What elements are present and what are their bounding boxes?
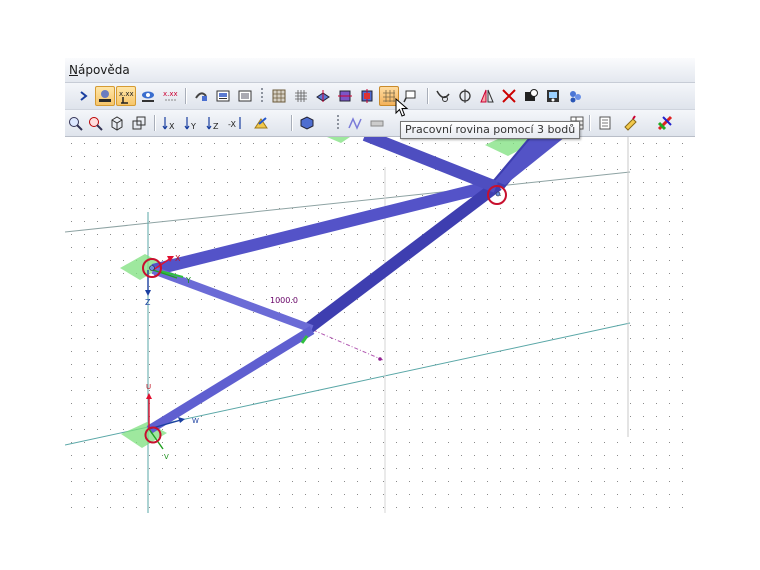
axis-u-label: U [146, 383, 151, 391]
print-report-icon[interactable] [235, 86, 255, 106]
view-neg-x-icon[interactable]: -X [226, 113, 246, 133]
tooltip-workplane-3-points: Pracovní rovina pomocí 3 bodů [400, 121, 581, 139]
grid-snap-icon[interactable] [291, 86, 311, 106]
mirror-icon[interactable] [477, 86, 497, 106]
workplane-yz-icon[interactable] [357, 86, 377, 106]
view-x-icon[interactable]: X [160, 113, 180, 133]
color-scale-icon[interactable] [655, 113, 675, 133]
view-y-icon[interactable]: Y [182, 113, 202, 133]
dimension-end-point [378, 357, 382, 361]
section-icon[interactable] [367, 113, 387, 133]
model-viewport[interactable]: 1000.0 X Y Z U W V [65, 137, 695, 513]
report-icon[interactable] [595, 113, 615, 133]
svg-text:x.xx: x.xx [119, 90, 134, 98]
toolbar-bottom: X Y Z -X [65, 110, 695, 137]
view-z-icon[interactable]: Z [204, 113, 224, 133]
axis-x-label: X [175, 254, 181, 263]
svg-text:Y: Y [190, 122, 196, 131]
svg-text:Z: Z [213, 122, 219, 131]
axis-v-label: V [164, 453, 169, 461]
axis-w-label: W [192, 417, 199, 425]
node-top-left[interactable] [149, 265, 155, 271]
curve-icon[interactable] [433, 86, 453, 106]
application-window: Nápověda x.xx x.xx X Y Z -X 1000.0 X Y Z… [65, 58, 695, 513]
print-graphic-icon[interactable] [213, 86, 233, 106]
isometric-view-icon[interactable] [129, 113, 149, 133]
arrow-right-icon[interactable] [73, 86, 93, 106]
workplane-xy-icon[interactable] [313, 86, 333, 106]
measure-icon[interactable] [521, 86, 541, 106]
grid-dots [65, 137, 695, 513]
menu-help[interactable]: Nápověda [69, 63, 130, 77]
show-numbering-icon[interactable] [95, 86, 115, 106]
axis-y-label: Y [185, 276, 191, 285]
zoom-out-icon[interactable] [85, 113, 105, 133]
circle-icon[interactable] [455, 86, 475, 106]
render-icon[interactable] [565, 86, 585, 106]
node-right[interactable] [495, 191, 501, 197]
show-results-icon[interactable] [138, 86, 158, 106]
svg-text:-X: -X [228, 120, 236, 129]
mouse-cursor-icon [395, 98, 409, 117]
zoom-icon[interactable] [65, 113, 85, 133]
value-format-icon[interactable]: x.xx [161, 86, 181, 106]
structure-canvas[interactable]: 1000.0 X Y Z U W V [65, 137, 695, 513]
render-solid-icon[interactable] [297, 113, 317, 133]
svg-text:x.xx: x.xx [163, 90, 178, 98]
dimension-label: 1000.0 [270, 296, 298, 305]
menu-bar: Nápověda [65, 58, 695, 83]
show-values-icon[interactable]: x.xx [116, 86, 136, 106]
intersect-icon[interactable] [499, 86, 519, 106]
grid-dots-icon[interactable] [269, 86, 289, 106]
rotate-view-icon[interactable] [191, 86, 211, 106]
display-options-icon[interactable] [251, 113, 271, 133]
toolbar-top: x.xx x.xx [65, 83, 695, 110]
box-view-icon[interactable] [107, 113, 127, 133]
paint-icon[interactable] [621, 113, 641, 133]
workplane-xz-icon[interactable] [335, 86, 355, 106]
axis-z-label: Z [145, 298, 151, 307]
svg-text:X: X [169, 122, 175, 131]
member-line-icon[interactable] [345, 113, 365, 133]
view-settings-icon[interactable] [543, 86, 563, 106]
